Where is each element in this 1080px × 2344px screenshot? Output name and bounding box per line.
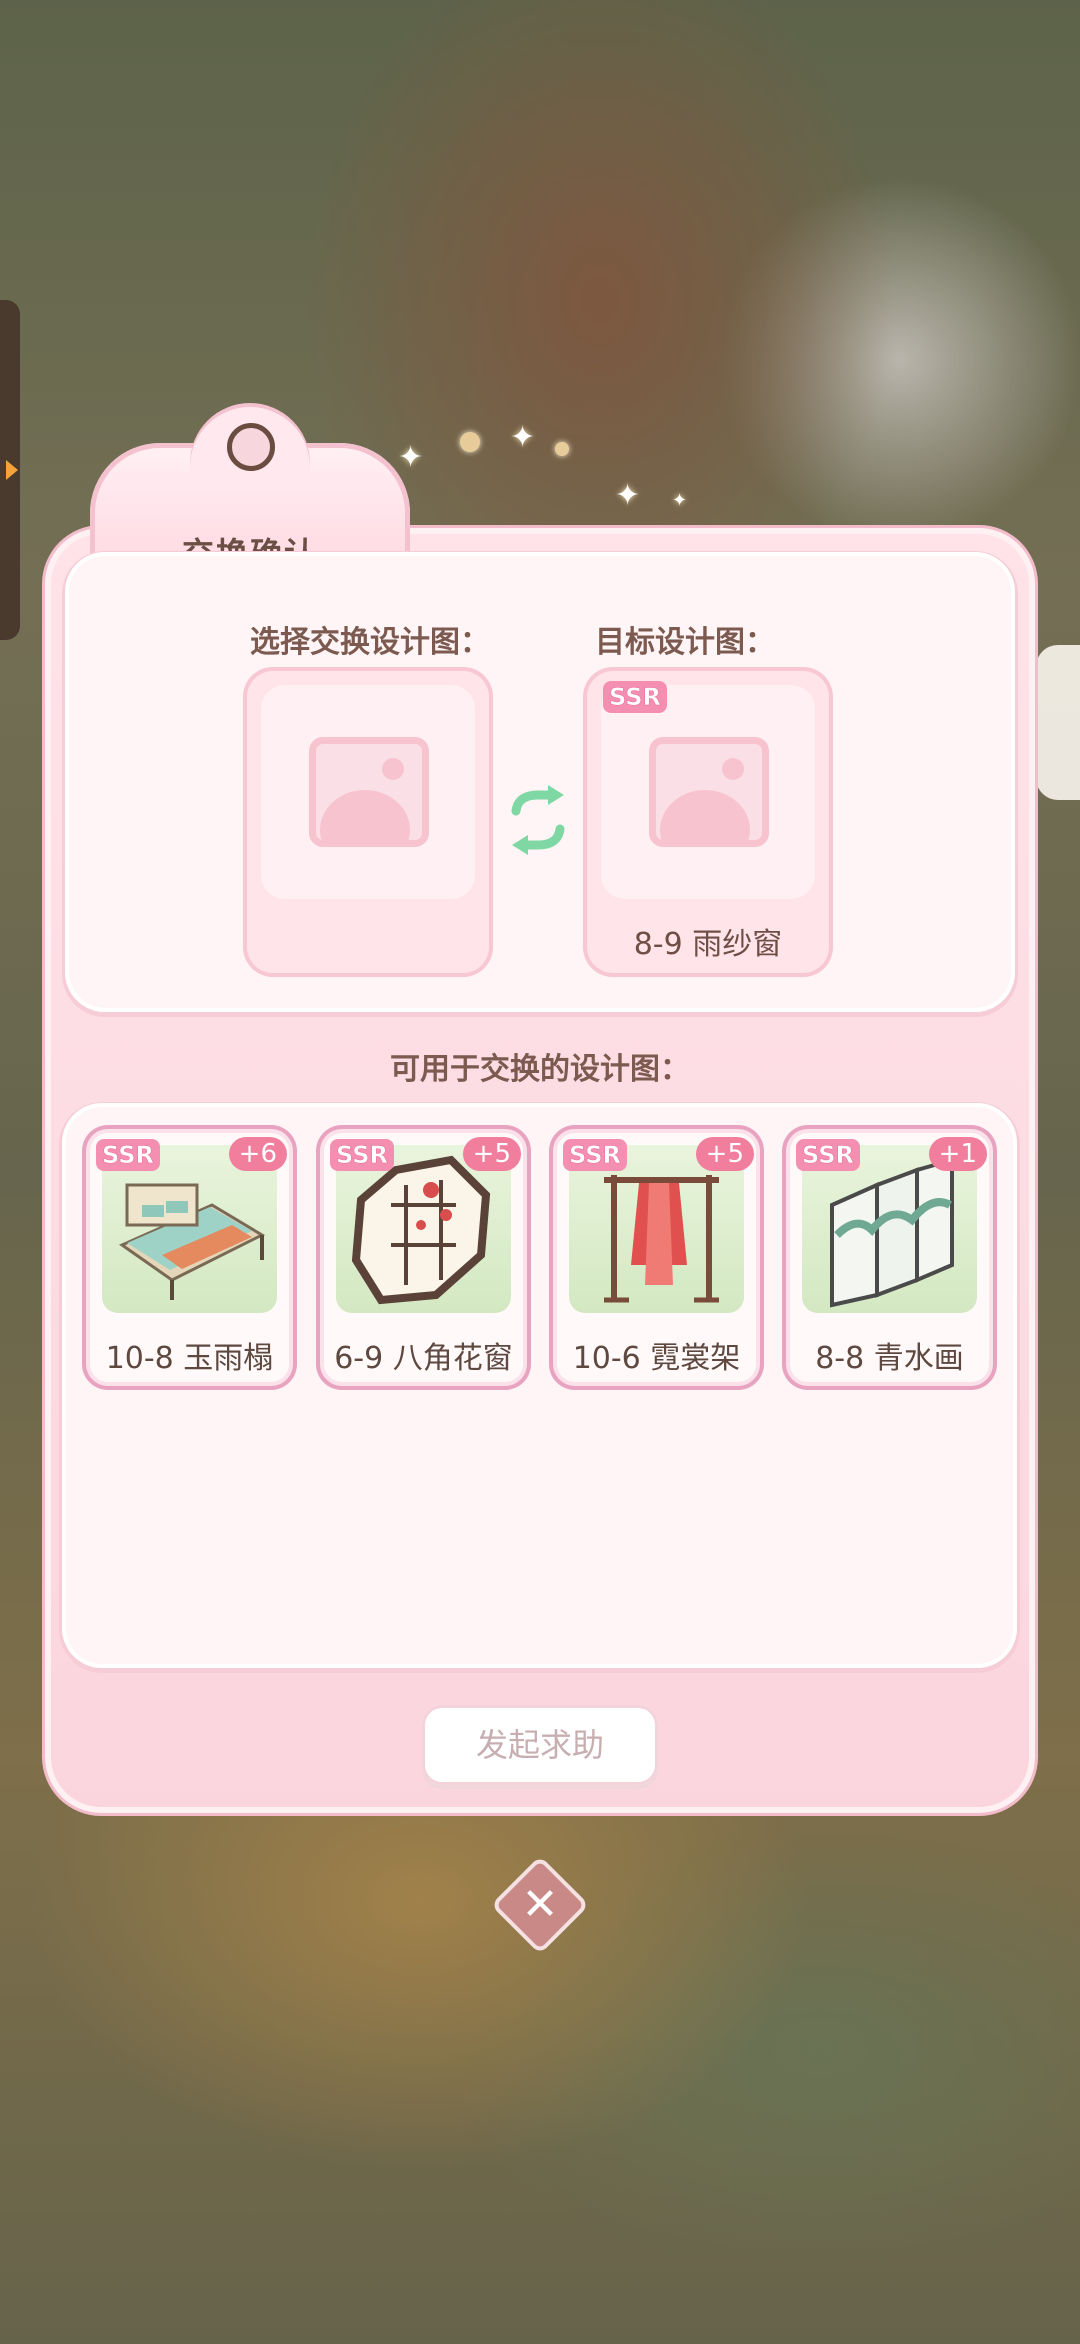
close-icon: ✕	[521, 1879, 559, 1930]
available-list-label: 可用于交换的设计图：	[390, 1052, 690, 1087]
rarity-badge: SSR	[96, 1139, 160, 1171]
select-label: 选择交换设计图：	[250, 625, 490, 660]
swap-arrows-icon	[511, 785, 565, 855]
side-tab-right[interactable]	[1036, 645, 1080, 800]
rarity-badge: SSR	[563, 1139, 627, 1171]
rarity-badge: SSR	[603, 681, 667, 713]
design-card[interactable]: SSR +6 10-8 玉雨榻	[82, 1125, 297, 1390]
ring-icon	[227, 423, 275, 471]
image-placeholder-icon	[649, 737, 769, 847]
sparkle-icon: ✦	[672, 490, 688, 511]
design-card[interactable]: SSR +5 6-9 八角花窗	[316, 1125, 531, 1390]
request-help-button[interactable]: 发起求助	[422, 1705, 658, 1785]
target-label: 目标设计图：	[595, 625, 775, 660]
side-drawer-handle[interactable]	[0, 300, 20, 640]
exchange-panel	[65, 552, 1015, 1012]
rarity-badge: SSR	[330, 1139, 394, 1171]
count-badge: +5	[462, 1137, 521, 1171]
sparkle-icon: ✦	[398, 440, 424, 475]
design-name: 8-8 青水画	[815, 1341, 964, 1376]
bead-decoration	[555, 442, 569, 456]
count-badge: +5	[695, 1137, 754, 1171]
count-badge: +1	[928, 1137, 987, 1171]
sparkle-icon: ✦	[615, 478, 641, 513]
select-design-slot[interactable]	[243, 667, 493, 977]
bead-decoration	[460, 432, 480, 452]
design-card[interactable]: SSR +1 8-8 青水画	[782, 1125, 997, 1390]
design-card[interactable]: SSR +5 10-6 霓裳架	[549, 1125, 764, 1390]
image-placeholder-icon	[309, 737, 429, 847]
sparkle-icon: ✦	[510, 420, 536, 455]
count-badge: +6	[228, 1137, 287, 1171]
rarity-badge: SSR	[796, 1139, 860, 1171]
arrow-right-icon	[6, 460, 18, 480]
target-design-name: 8-9 雨纱窗	[633, 927, 783, 962]
design-name: 10-6 霓裳架	[572, 1341, 741, 1376]
design-name: 6-9 八角花窗	[334, 1341, 513, 1376]
close-button[interactable]: ✕	[490, 1855, 590, 1955]
design-name: 10-8 玉雨榻	[105, 1341, 274, 1376]
target-design-slot: SSR 8-9 雨纱窗	[583, 667, 833, 977]
